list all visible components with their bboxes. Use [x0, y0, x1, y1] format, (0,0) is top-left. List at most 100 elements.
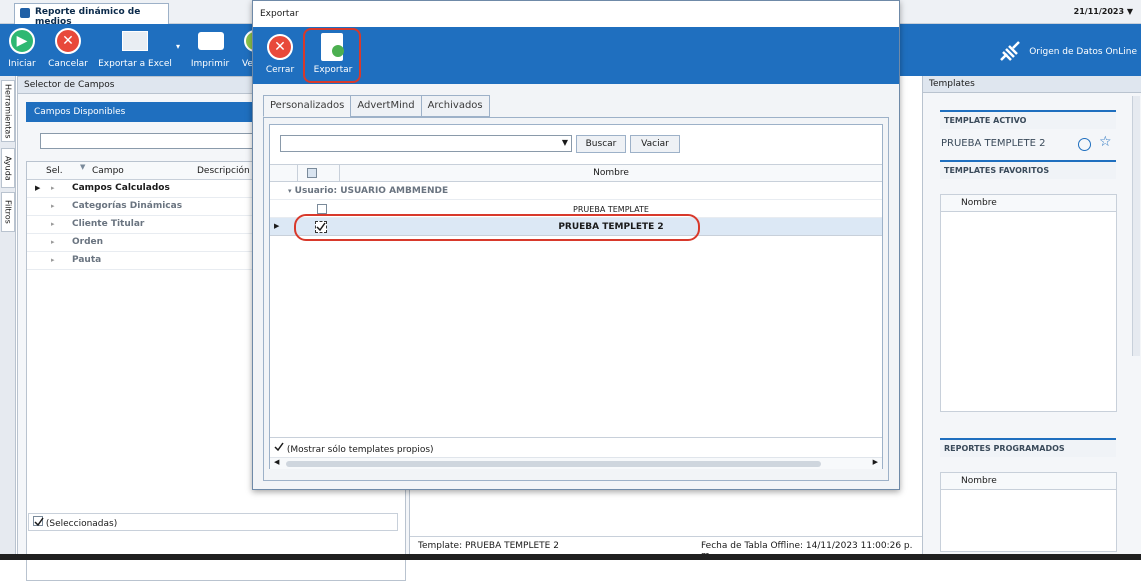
- excel-icon: [122, 31, 148, 51]
- collapse-icon[interactable]: ▾: [288, 187, 292, 195]
- tab-herramientas-label: Herramientas: [3, 83, 13, 139]
- expand-icon[interactable]: ▸: [51, 180, 55, 197]
- date-label: 21/11/2023: [1073, 7, 1125, 16]
- own-only-label: (Mostrar sólo templates propios): [286, 445, 434, 455]
- side-tab-strip: Herramientas Ayuda Filtros: [0, 76, 16, 556]
- clock-icon[interactable]: [1078, 138, 1091, 151]
- favorites-grid: Nombre: [940, 194, 1117, 412]
- favorites-header: TEMPLATES FAVORITOS: [940, 160, 1116, 179]
- template-row-checkbox[interactable]: [317, 204, 327, 214]
- expand-icon[interactable]: ▸: [51, 234, 55, 251]
- bottom-strip: [0, 554, 1141, 560]
- field-row-label: Orden: [72, 237, 104, 247]
- col-nombre[interactable]: Nombre: [340, 168, 882, 178]
- cancelar-label: Cancelar: [48, 59, 88, 69]
- export-document-icon: [321, 33, 344, 61]
- template-search-combo[interactable]: ▼: [280, 135, 572, 152]
- status-bar: Template: PRUEBA TEMPLETE 2 Fecha de Tab…: [410, 536, 922, 561]
- printer-icon: [198, 32, 224, 50]
- col-campo[interactable]: Campo: [92, 166, 124, 176]
- seleccionadas-checkbox[interactable]: [33, 516, 44, 527]
- star-icon[interactable]: ☆: [1099, 134, 1112, 150]
- tab-ayuda[interactable]: Ayuda: [1, 148, 15, 188]
- templates-panel: Templates TEMPLATE ACTIVO PRUEBA TEMPLET…: [922, 76, 1141, 556]
- date-display: 21/11/2023 ▼: [1074, 7, 1133, 16]
- dialog-ribbon: ✕ Cerrar Exportar: [253, 27, 899, 84]
- template-row-name: PRUEBA TEMPLATE: [573, 205, 649, 214]
- tab-ayuda-label: Ayuda: [3, 155, 13, 181]
- dialog-tabs: Personalizados AdvertMind Archivados: [263, 95, 490, 117]
- cerrar-label: Cerrar: [265, 65, 295, 75]
- field-row-label: Cliente Titular: [72, 219, 145, 229]
- data-origin-label: Origen de Datos OnLine: [1029, 47, 1137, 57]
- own-only-checkbox[interactable]: [274, 442, 284, 452]
- export-excel-button[interactable]: Exportar a Excel: [98, 24, 172, 76]
- export-dialog: Exportar ✕ Cerrar Exportar Personalizado…: [252, 0, 900, 490]
- tab-filtros[interactable]: Filtros: [1, 192, 15, 232]
- field-filter-input[interactable]: [40, 133, 280, 149]
- field-row-label: Pauta: [72, 255, 102, 265]
- data-origin[interactable]: Origen de Datos OnLine: [997, 40, 1137, 64]
- cancel-icon: ✕: [55, 28, 81, 54]
- filter-funnel-icon[interactable]: ▼: [1127, 7, 1133, 16]
- row-pointer-icon: ▶: [35, 184, 41, 192]
- tab-herramientas[interactable]: Herramientas: [1, 80, 15, 142]
- templates-title: Templates: [923, 76, 1141, 93]
- group-row[interactable]: ▾ Usuario: USUARIO AMBMENDE: [270, 182, 882, 200]
- active-template-header: TEMPLATE ACTIVO: [940, 110, 1116, 129]
- scroll-right-icon[interactable]: ▶: [873, 458, 878, 466]
- dialog-body: ▼ Buscar Vaciar Nombre ▾ Usuario: USUARI…: [263, 117, 889, 481]
- select-all-cell: [298, 165, 340, 181]
- chevron-down-icon[interactable]: ▼: [562, 138, 568, 147]
- field-row-label: Categorías Dinámicas: [72, 201, 183, 211]
- imprimir-button[interactable]: Imprimir: [188, 24, 232, 76]
- favorites-col-nombre[interactable]: Nombre: [941, 195, 1116, 212]
- chevron-down-icon[interactable]: ▾: [176, 42, 180, 51]
- scheduled-grid: Nombre: [940, 472, 1117, 552]
- seleccionadas-label: (Seleccionadas): [45, 519, 118, 529]
- export-excel-label: Exportar a Excel: [98, 59, 172, 69]
- horizontal-scrollbar[interactable]: ◀ ▶: [270, 457, 882, 469]
- expand-icon[interactable]: ▸: [51, 216, 55, 233]
- app-icon: [20, 8, 30, 18]
- iniciar-label: Iniciar: [8, 59, 36, 69]
- buscar-button[interactable]: Buscar: [576, 135, 626, 153]
- vaciar-button[interactable]: Vaciar: [630, 135, 680, 153]
- grid-header: Nombre: [270, 164, 882, 182]
- dialog-title: Exportar: [253, 1, 899, 27]
- selected-row-highlight: [294, 214, 700, 241]
- cerrar-button[interactable]: ✕ Cerrar: [261, 27, 299, 84]
- expand-icon[interactable]: ▸: [51, 198, 55, 215]
- grid-header-indicator: [270, 165, 298, 181]
- app-tab[interactable]: Reporte dinámico de medios: [14, 3, 169, 27]
- scroll-thumb[interactable]: [286, 461, 821, 467]
- status-template: Template: PRUEBA TEMPLETE 2: [418, 541, 559, 551]
- col-sel[interactable]: Sel.: [46, 166, 63, 176]
- field-row-label: Campos Calculados: [72, 183, 170, 193]
- tab-personalizados[interactable]: Personalizados: [263, 95, 352, 117]
- own-only-row[interactable]: (Mostrar sólo templates propios): [270, 437, 882, 457]
- plug-icon: [1000, 41, 1021, 61]
- expand-icon[interactable]: ▸: [51, 252, 55, 269]
- iniciar-button[interactable]: ▶ Iniciar: [4, 24, 40, 76]
- row-pointer-icon: ▶: [274, 222, 280, 230]
- scheduled-header: REPORTES PROGRAMADOS: [940, 438, 1116, 457]
- selected-filter-row[interactable]: (Seleccionadas): [28, 513, 398, 531]
- export-arrow-icon: [332, 45, 344, 57]
- templates-scrollbar[interactable]: [1132, 96, 1140, 356]
- tab-advertmind[interactable]: AdvertMind: [350, 95, 422, 117]
- imprimir-label: Imprimir: [190, 59, 230, 69]
- exportar-label: Exportar: [313, 65, 353, 75]
- cancelar-button[interactable]: ✕ Cancelar: [46, 24, 90, 76]
- exportar-button[interactable]: Exportar: [309, 27, 357, 84]
- select-all-checkbox[interactable]: [307, 168, 317, 178]
- play-icon: ▶: [9, 28, 35, 54]
- tab-archivados[interactable]: Archivados: [420, 95, 490, 117]
- filter-icon[interactable]: ▼: [80, 163, 85, 171]
- scheduled-col-nombre[interactable]: Nombre: [941, 473, 1116, 490]
- scroll-left-icon[interactable]: ◀: [274, 458, 279, 466]
- col-descripcion[interactable]: Descripción: [197, 166, 250, 176]
- active-template-value: PRUEBA TEMPLETE 2: [941, 138, 1046, 149]
- templates-grid: ▼ Buscar Vaciar Nombre ▾ Usuario: USUARI…: [269, 124, 883, 469]
- tab-filtros-label: Filtros: [3, 200, 13, 224]
